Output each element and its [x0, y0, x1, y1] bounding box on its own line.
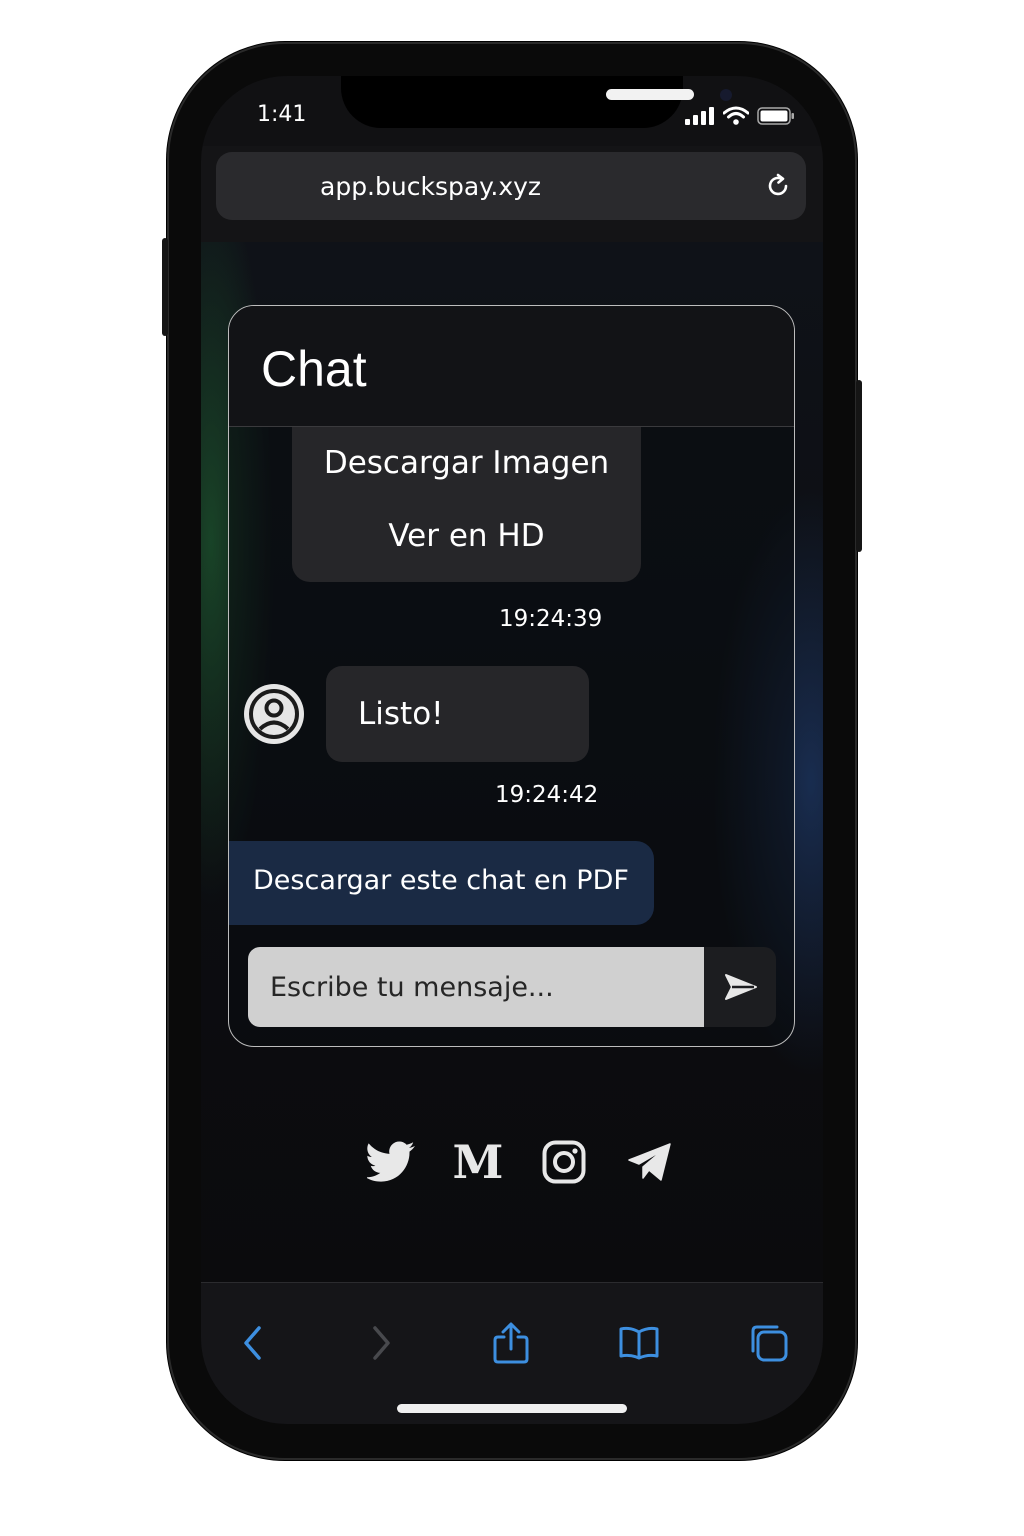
home-indicator	[397, 1404, 627, 1413]
side-button-right	[856, 380, 862, 552]
message-timestamp: 19:24:39	[499, 606, 603, 632]
medium-icon: M	[452, 1135, 504, 1189]
tabs-button[interactable]	[747, 1321, 791, 1365]
download-image-button[interactable]: Descargar Imagen	[292, 445, 641, 481]
chat-title: Chat	[261, 341, 367, 397]
view-hd-button[interactable]: Ver en HD	[292, 518, 641, 554]
image-options-bubble: Descargar Imagen Ver en HD	[292, 427, 641, 582]
user-avatar-icon	[244, 684, 304, 744]
url-text: app.buckspay.xyz	[320, 172, 542, 201]
download-pdf-button[interactable]: Descargar este chat en PDF	[229, 841, 654, 925]
telegram-icon	[628, 1143, 671, 1181]
battery-icon	[757, 107, 794, 125]
status-bar: 1:41	[201, 76, 823, 146]
tabs-icon	[751, 1325, 788, 1362]
browser-toolbar	[201, 1282, 823, 1424]
chat-panel: Chat Descargar Imagen Ver en HD 19:24:39…	[228, 305, 795, 1047]
share-icon	[493, 1322, 529, 1364]
reload-icon[interactable]	[764, 172, 792, 200]
notch	[341, 76, 732, 128]
forward-button[interactable]	[359, 1321, 403, 1365]
medium-link[interactable]: M	[452, 1135, 504, 1189]
chat-header: Chat	[229, 306, 794, 427]
send-icon	[725, 974, 757, 1000]
message-composer	[248, 947, 776, 1027]
back-icon	[244, 1326, 261, 1360]
forward-icon	[373, 1326, 390, 1360]
side-button-left	[162, 238, 168, 336]
message-timestamp: 19:24:42	[495, 782, 599, 808]
twitter-link[interactable]	[367, 1137, 417, 1187]
wifi-icon	[723, 106, 749, 125]
bookmarks-icon	[619, 1326, 659, 1360]
telegram-link[interactable]	[625, 1137, 675, 1187]
message-bubble: Listo!	[326, 666, 589, 762]
front-camera	[720, 89, 732, 101]
instagram-icon	[542, 1140, 586, 1184]
message-text: Listo!	[358, 696, 444, 732]
back-button[interactable]	[231, 1321, 275, 1365]
message-input[interactable]	[248, 947, 704, 1027]
instagram-link[interactable]	[539, 1137, 589, 1187]
page-content: Chat Descargar Imagen Ver en HD 19:24:39…	[201, 242, 823, 1282]
status-time: 1:41	[257, 102, 307, 127]
bookmarks-button[interactable]	[617, 1321, 661, 1365]
signal-icon	[685, 107, 714, 125]
social-links: M	[367, 1137, 675, 1187]
twitter-icon	[367, 1141, 415, 1182]
download-pdf-label: Descargar este chat en PDF	[253, 865, 629, 896]
address-bar[interactable]: app.buckspay.xyz	[216, 152, 806, 220]
share-button[interactable]	[489, 1321, 533, 1365]
screen: 1:41 app.buckspay.xyz Chat Descargar Ima…	[201, 76, 823, 1424]
browser-address-area: app.buckspay.xyz	[201, 146, 823, 243]
status-icons	[685, 106, 795, 126]
speaker	[606, 89, 694, 100]
send-button[interactable]	[704, 947, 776, 1027]
